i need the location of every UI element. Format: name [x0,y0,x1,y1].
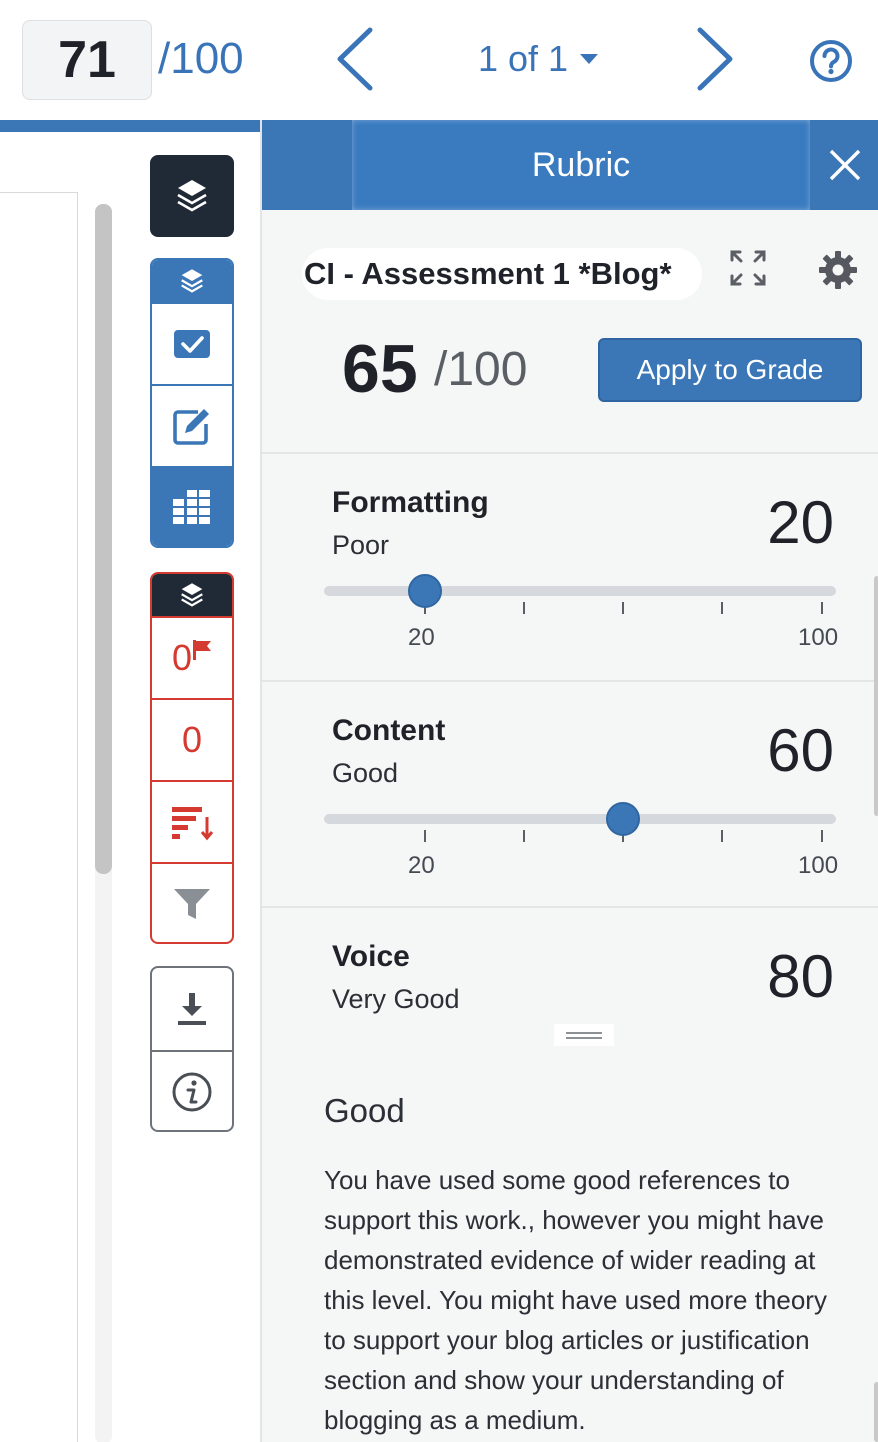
level-description-text: You have used some good references to su… [324,1165,827,1435]
flag-count-button[interactable]: 0 [152,616,232,698]
panel-scrollbar[interactable] [874,576,878,816]
slider-max-label: 100 [798,624,839,651]
grade-total: /100 [158,34,244,83]
slider-min-label: 20 [408,624,435,651]
utility-tools-group [150,966,234,1132]
expand-icon [730,250,766,286]
layers-button[interactable] [150,155,234,237]
sort-icon [172,807,214,841]
grading-tools-group [150,258,234,548]
chevron-left-icon [337,27,373,91]
page-selector[interactable]: 1 of 1 [478,38,600,80]
slider-tick [821,602,823,614]
slider-thumb[interactable] [606,802,640,836]
slider-tick [523,830,525,842]
rubric-selector[interactable]: CI - Assessment 1 *Blog* [302,248,702,300]
criterion-level: Poor [332,530,390,560]
next-button[interactable] [690,26,740,92]
filter-icon [174,889,210,919]
edit-icon [173,409,209,445]
description-scrollbar[interactable] [874,1382,878,1442]
criterion-name: Content [332,714,446,747]
grid-icon [173,490,210,524]
document-scrollbar[interactable] [95,204,112,874]
match-count: 0 [181,719,203,760]
expand-button[interactable] [728,248,768,288]
slider-tick [821,830,823,842]
page-indicator: 1 of 1 [478,38,569,79]
resize-handle[interactable] [554,1024,614,1046]
rubric-panel-title: Rubric [352,120,810,210]
criterion-score: 20 [767,489,834,556]
similarity-tools-group: 0 0 [150,572,234,944]
info-icon [172,1072,212,1112]
caret-down-icon [580,54,599,64]
close-button[interactable] [810,120,878,210]
help-icon [810,40,852,82]
download-icon [178,993,206,1025]
quickmarks-button[interactable] [152,302,232,384]
slider-tick [721,602,723,614]
sort-button[interactable] [152,780,232,862]
similarity-tools-header[interactable] [152,574,232,616]
slider-tick [622,602,624,614]
divider [262,452,878,454]
feedback-button[interactable] [152,384,232,466]
checkbox-icon [174,330,210,358]
criterion-name: Voice [332,940,410,973]
close-icon [829,149,861,181]
info-button[interactable] [152,1050,232,1130]
criterion-slider[interactable]: 20 100 [324,802,839,894]
rubric-button[interactable] [152,466,232,546]
rubric-panel-header: Rubric [262,120,878,210]
gear-icon [819,251,857,289]
criterion-score: 80 [767,943,834,1010]
slider-track[interactable] [324,586,836,596]
rubric-score-total: /100 [434,343,528,396]
slider-min-label: 20 [408,852,435,879]
divider [262,906,878,908]
level-description-title: Good [324,1092,405,1129]
previous-button[interactable] [330,26,380,92]
top-bar: 71 /100 1 of 1 [0,0,878,120]
settings-button[interactable] [816,248,860,292]
criterion-level: Good [332,758,399,788]
slider-thumb[interactable] [408,574,442,608]
criterion-name: Formatting [332,486,489,519]
divider [262,680,878,682]
apply-to-grade-button[interactable]: Apply to Grade [598,338,862,402]
layers-icon [181,583,203,607]
download-button[interactable] [152,968,232,1050]
flag-icon [193,640,212,660]
criterion-score: 60 [767,717,834,784]
slider-max-label: 100 [798,852,839,879]
slider-track[interactable] [324,814,836,824]
slider-tick [523,602,525,614]
chevron-right-icon [697,27,733,91]
layers-icon [177,180,207,212]
criterion-level: Very Good [332,984,460,1014]
grading-tools-header[interactable] [152,260,232,302]
help-button[interactable] [808,38,854,84]
rubric-score: 65 [342,331,418,407]
slider-tick [721,830,723,842]
rubric-panel: Rubric CI - Assessment 1 *Blog* 65 /100 … [260,120,878,1442]
flag-count: 0 [171,637,193,678]
match-count-button[interactable]: 0 [152,698,232,780]
layers-icon [181,269,203,293]
grade-input[interactable]: 71 [22,20,152,100]
filter-button[interactable] [152,862,232,942]
criterion-slider[interactable]: 20 100 [324,574,839,666]
document-page [0,192,78,1442]
slider-tick [424,830,426,842]
